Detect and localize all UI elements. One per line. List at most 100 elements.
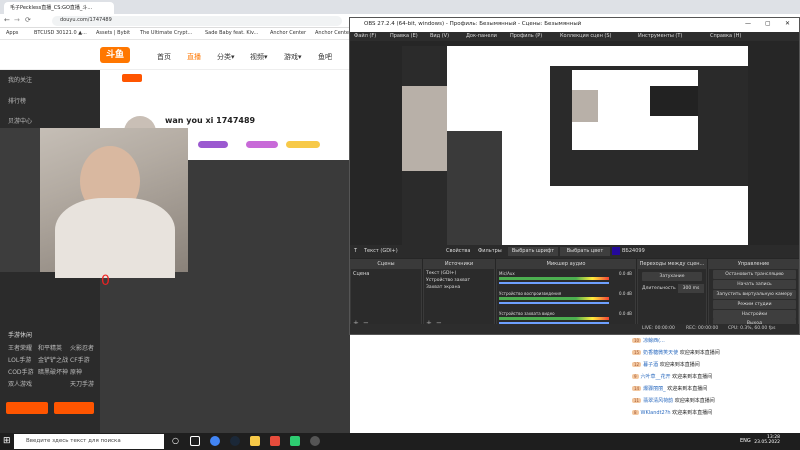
tab-bar: 毛子Peckless直播_CS:GO直播_斗...	[0, 0, 800, 14]
obs-icon[interactable]	[310, 436, 320, 446]
sidebar-item-center[interactable]: 贝游中心	[8, 116, 32, 125]
nav-videos[interactable]: 视频▾	[250, 52, 268, 62]
category-item[interactable]: 天刀手游	[70, 379, 94, 388]
color-swatch	[612, 247, 620, 255]
forward-icon[interactable]: →	[14, 16, 20, 24]
tag-badge	[246, 141, 278, 148]
scene-item[interactable]: Сцена	[353, 271, 369, 277]
nav-fishbar[interactable]: 鱼吧	[318, 52, 332, 62]
volume-slider[interactable]	[499, 282, 609, 284]
browser-tab[interactable]: 毛子Peckless直播_CS:GO直播_斗...	[4, 2, 114, 14]
nav-categories[interactable]: 分类▾	[217, 52, 235, 62]
promo-button-right[interactable]	[54, 402, 94, 414]
select-color-button[interactable]: Выбрать цвет	[560, 247, 610, 256]
explorer-icon[interactable]	[250, 436, 260, 446]
maximize-icon[interactable]: ▢	[765, 20, 771, 27]
close-icon[interactable]: ✕	[785, 20, 790, 27]
category-item[interactable]: 王者荣耀	[8, 343, 32, 352]
app-icon[interactable]	[290, 436, 300, 446]
language-indicator[interactable]: ENG	[740, 438, 751, 444]
douyu-logo[interactable]: 斗鱼	[100, 47, 130, 63]
category-item[interactable]: 原神	[70, 367, 82, 376]
category-item[interactable]: 金铲铲之战	[38, 355, 68, 364]
settings-button[interactable]: Настройки	[713, 310, 796, 319]
nav-games[interactable]: 游戏▾	[284, 52, 302, 62]
sidebar-item-ranking[interactable]: 排行榜	[8, 96, 26, 105]
category-item[interactable]: 火影忍者	[70, 343, 94, 352]
menu-tools[interactable]: Инструменты (T)	[638, 33, 682, 39]
source-item[interactable]: Текст (GDI+)	[426, 271, 456, 276]
filters-button[interactable]: Фильтры	[478, 248, 502, 254]
task-view-app-icon[interactable]	[190, 436, 200, 446]
chat-user[interactable]: 凉鲸西(...	[643, 338, 665, 344]
studio-mode-button[interactable]: Режим студии	[713, 300, 796, 309]
volume-meter	[499, 297, 609, 300]
obs-preview[interactable]	[402, 46, 748, 258]
chat-user[interactable]: 六叶草__花开	[641, 374, 671, 380]
chat-text: 欢迎来到本直播间	[672, 410, 713, 416]
back-icon[interactable]: ←	[4, 16, 10, 24]
chat-user[interactable]: 奶香糖微笑天使	[643, 350, 678, 356]
nav-home[interactable]: 首页	[157, 52, 171, 62]
bookmark-anchor-center-2[interactable]: Anchor Center	[315, 30, 351, 36]
menu-file[interactable]: Файл (F)	[354, 33, 376, 39]
chat-user[interactable]: 暮子酒	[643, 362, 658, 368]
category-item[interactable]: CF手游	[70, 355, 90, 364]
bookmark-apps[interactable]: Apps	[6, 30, 18, 36]
taskbar-search[interactable]: Введите здесь текст для поиска	[14, 434, 164, 449]
preview-nested-obs	[550, 66, 748, 186]
virtual-camera-button[interactable]: Запустить виртуальную камеру	[713, 290, 796, 299]
bookmark-bybit[interactable]: Assets | Bybit	[96, 30, 130, 36]
stop-streaming-button[interactable]: Остановить трансляцию	[713, 270, 796, 279]
reload-icon[interactable]: ⟳	[25, 16, 31, 24]
overlay-digit: 0	[101, 273, 110, 289]
promo-button-left[interactable]	[6, 402, 48, 414]
source-item[interactable]: Захват экрана	[426, 285, 460, 290]
chat-text: 欢迎来到本直播间	[674, 398, 715, 404]
sidebar-item-follow[interactable]: 我的关注	[8, 75, 32, 84]
url-field[interactable]: douyu.com/1747489	[52, 16, 342, 26]
category-item[interactable]: 暗黑破坏神	[38, 367, 68, 376]
menu-edit[interactable]: Правка (E)	[390, 33, 418, 39]
menu-view[interactable]: Вид (V)	[430, 33, 449, 39]
minimize-icon[interactable]: —	[745, 20, 751, 27]
chat-user[interactable]: WKlandt2?h	[641, 410, 671, 416]
start-icon[interactable]: ⊞	[3, 436, 11, 446]
source-item[interactable]: Устройство захват	[426, 278, 470, 283]
volume-slider[interactable]	[499, 302, 609, 304]
duration-input[interactable]: 300 ms	[678, 284, 704, 293]
level-badge: 9	[632, 374, 639, 379]
app-icon[interactable]	[270, 436, 280, 446]
task-view-icon[interactable]: ○	[172, 436, 179, 445]
clock[interactable]: 13:28 23.05.2022	[754, 435, 780, 445]
steam-icon[interactable]	[230, 436, 240, 446]
bookmark-btcusd[interactable]: BTCUSD 30121.0 ▲...	[34, 30, 87, 36]
obs-window: OBS 27.2.4 (64-bit, windows) - Профиль: …	[349, 17, 800, 335]
category-item[interactable]: COD手游	[8, 367, 34, 376]
start-recording-button[interactable]: Начать запись	[713, 280, 796, 289]
menu-docks[interactable]: Док-панели	[466, 33, 497, 39]
audio-mixer-dock: Микшер аудио Mic/Aux 0.0 dB Устройство в…	[496, 259, 636, 329]
chat-user[interactable]: 翡翠清风荷韵	[643, 398, 673, 404]
text-source-icon: T	[354, 248, 358, 254]
menu-help[interactable]: Справка (H)	[710, 33, 741, 39]
properties-button[interactable]: Свойства	[446, 248, 470, 254]
bookmark-anchor-center[interactable]: Anchor Center	[270, 30, 306, 36]
transition-type-select[interactable]: Затухание	[642, 272, 702, 281]
category-item[interactable]: 双人游戏	[8, 379, 32, 388]
chat-message: 10 凉鲸西(...	[632, 337, 665, 344]
color-value: ВБ24099	[622, 248, 645, 254]
chat-text: 欢迎来到本直播间	[659, 362, 700, 368]
category-item[interactable]: 和平精英	[38, 343, 62, 352]
bookmark-sade[interactable]: Sade Baby feat. Kiv...	[205, 30, 258, 36]
chrome-icon[interactable]	[210, 436, 220, 446]
level-badge: 12	[632, 362, 642, 367]
nav-live[interactable]: 直播	[187, 52, 201, 62]
follow-button[interactable]	[286, 141, 320, 148]
chat-user[interactable]: 爆骤丽丽_	[643, 386, 666, 392]
menu-scene-collection[interactable]: Коллекция сцен (S)	[560, 33, 612, 39]
select-font-button[interactable]: Выбрать шрифт	[508, 247, 558, 256]
menu-profile[interactable]: Профиль (P)	[510, 33, 542, 39]
bookmark-crypto[interactable]: The Ultimate Crypt...	[140, 30, 192, 36]
category-item[interactable]: LOL手游	[8, 355, 31, 364]
